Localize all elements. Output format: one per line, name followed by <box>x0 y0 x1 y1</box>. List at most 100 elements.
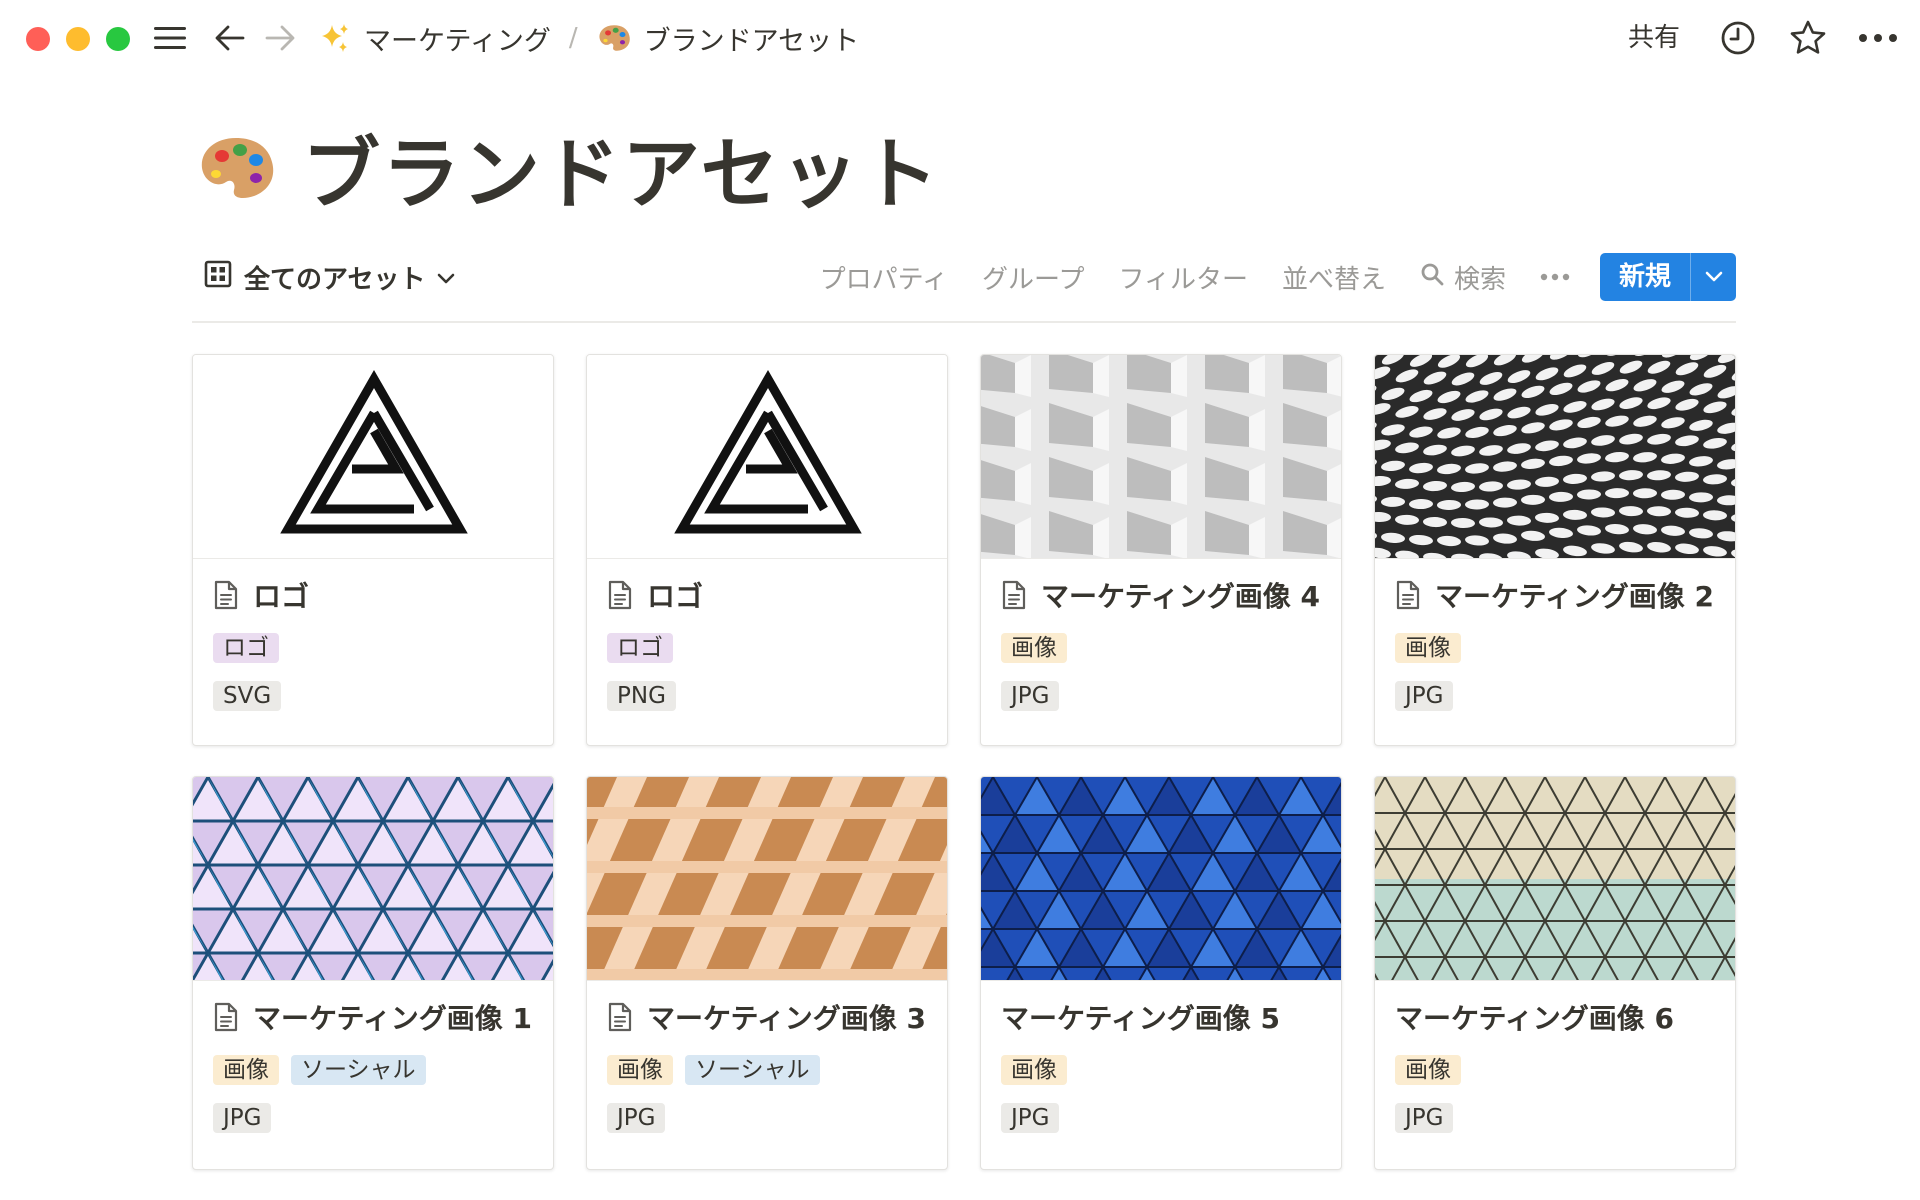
breadcrumb: マーケティング / ブランドアセット <box>316 18 859 58</box>
palette-icon[interactable] <box>196 128 276 208</box>
format-row: JPG <box>1001 681 1321 711</box>
card-title: マーケティング画像 6 <box>1395 1002 1674 1035</box>
card-title-row: マーケティング画像 1 <box>213 999 533 1035</box>
more-options-icon[interactable] <box>1856 18 1900 58</box>
gallery-view-icon <box>204 260 232 295</box>
cover-image <box>981 355 1341 559</box>
view-selector[interactable]: 全てのアセット <box>204 252 455 302</box>
gallery-card[interactable]: マーケティング画像 4 画像 JPG <box>980 354 1342 746</box>
format-row: SVG <box>213 681 533 711</box>
tag-image: 画像 <box>1395 633 1461 663</box>
view-more-icon[interactable] <box>1540 273 1570 281</box>
card-title: マーケティング画像 3 <box>647 1002 926 1035</box>
card-title: マーケティング画像 2 <box>1435 580 1714 613</box>
page-title[interactable]: ブランドアセット <box>302 112 940 224</box>
new-button[interactable]: 新規 <box>1600 253 1690 301</box>
share-button[interactable]: 共有 <box>1628 18 1680 58</box>
card-title-row: マーケティング画像 4 <box>1001 577 1321 613</box>
document-icon <box>607 580 633 610</box>
type-tags: 画像 <box>1395 633 1715 663</box>
tag-social: ソーシャル <box>685 1055 820 1085</box>
view-actions: プロパティ グループ フィルター 並べ替え 検索 新規 <box>820 252 1736 302</box>
zoom-window-button[interactable] <box>106 27 130 51</box>
breadcrumb-label: ブランドアセット <box>643 25 860 57</box>
filter-button[interactable]: フィルター <box>1118 259 1247 296</box>
title-bar: マーケティング / ブランドアセット 共有 <box>0 0 1920 76</box>
favorite-star-icon[interactable] <box>1788 18 1828 58</box>
cover-image <box>587 777 947 981</box>
card-body: ロゴ ロゴ SVG <box>193 559 553 711</box>
card-body: マーケティング画像 6 画像 JPG <box>1375 981 1735 1133</box>
properties-button[interactable]: プロパティ <box>820 259 948 296</box>
type-tags: 画像 <box>1395 1055 1715 1085</box>
document-icon <box>1001 580 1027 610</box>
forward-arrow-icon[interactable] <box>262 18 298 58</box>
view-name: 全てのアセット <box>244 264 426 295</box>
group-button[interactable]: グループ <box>982 259 1084 296</box>
sparkles-icon <box>316 20 352 56</box>
format-tag: JPG <box>213 1103 272 1133</box>
card-title: ロゴ <box>647 580 704 613</box>
type-tags: 画像 ソーシャル <box>213 1055 533 1085</box>
card-title: ロゴ <box>253 580 310 613</box>
type-tags: 画像 ソーシャル <box>607 1055 927 1085</box>
sort-button[interactable]: 並べ替え <box>1282 259 1386 296</box>
format-tag: PNG <box>607 681 676 711</box>
chevron-down-icon <box>437 262 455 292</box>
breadcrumb-item-brand-assets[interactable]: ブランドアセット <box>596 19 859 58</box>
gallery-card[interactable]: マーケティング画像 1 画像 ソーシャル JPG <box>192 776 554 1170</box>
gallery-grid: ロゴ ロゴ SVG ロゴ ロゴ PNG マーケティング画像 4 画像 JPG マーケティング画像… <box>192 354 1736 1170</box>
cover-image <box>1375 777 1735 981</box>
new-dropdown-chevron-icon[interactable] <box>1690 253 1736 301</box>
minimize-window-button[interactable] <box>66 27 90 51</box>
tag-image: 画像 <box>1001 633 1067 663</box>
gallery-card[interactable]: マーケティング画像 6 画像 JPG <box>1374 776 1736 1170</box>
gallery-card[interactable]: マーケティング画像 5 画像 JPG <box>980 776 1342 1170</box>
breadcrumb-label: マーケティング <box>364 25 551 57</box>
format-tag: JPG <box>1395 681 1454 711</box>
card-body: マーケティング画像 5 画像 JPG <box>981 981 1341 1133</box>
format-tag: JPG <box>1001 1103 1060 1133</box>
tag-social: ソーシャル <box>291 1055 426 1085</box>
card-body: マーケティング画像 2 画像 JPG <box>1375 559 1735 711</box>
card-title-row: ロゴ <box>607 577 927 613</box>
sidebar-menu-icon[interactable] <box>152 18 188 58</box>
type-tags: 画像 <box>1001 1055 1321 1085</box>
card-title-row: マーケティング画像 6 <box>1395 999 1715 1035</box>
back-arrow-icon[interactable] <box>212 18 248 58</box>
tag-logo: ロゴ <box>607 633 673 663</box>
logo-cover-image <box>587 355 947 559</box>
breadcrumb-item-marketing[interactable]: マーケティング <box>316 19 551 58</box>
gallery-card[interactable]: マーケティング画像 2 画像 JPG <box>1374 354 1736 746</box>
tag-image: 画像 <box>607 1055 673 1085</box>
card-body: マーケティング画像 3 画像 ソーシャル JPG <box>587 981 947 1133</box>
format-row: JPG <box>213 1103 533 1133</box>
gallery-card[interactable]: マーケティング画像 3 画像 ソーシャル JPG <box>586 776 948 1170</box>
close-window-button[interactable] <box>26 27 50 51</box>
page-header: ブランドアセット <box>196 118 940 220</box>
search-icon <box>1420 262 1444 293</box>
gallery-card[interactable]: ロゴ ロゴ SVG <box>192 354 554 746</box>
document-icon <box>1395 580 1421 610</box>
format-tag: SVG <box>213 681 282 711</box>
card-title-row: マーケティング画像 5 <box>1001 999 1321 1035</box>
format-tag: JPG <box>607 1103 666 1133</box>
type-tags: 画像 <box>1001 633 1321 663</box>
history-clock-icon[interactable] <box>1718 18 1758 58</box>
card-title: マーケティング画像 4 <box>1041 580 1320 613</box>
card-body: マーケティング画像 4 画像 JPG <box>981 559 1341 711</box>
gallery-card[interactable]: ロゴ ロゴ PNG <box>586 354 948 746</box>
card-title-row: ロゴ <box>213 577 533 613</box>
search-button[interactable]: 検索 <box>1420 259 1506 296</box>
palette-icon <box>596 20 632 56</box>
card-body: ロゴ ロゴ PNG <box>587 559 947 711</box>
tag-logo: ロゴ <box>213 633 279 663</box>
document-icon <box>607 1002 633 1032</box>
tag-image: 画像 <box>1395 1055 1461 1085</box>
tag-image: 画像 <box>1001 1055 1067 1085</box>
view-divider <box>192 321 1736 323</box>
format-row: PNG <box>607 681 927 711</box>
card-title: マーケティング画像 1 <box>253 1002 532 1035</box>
cover-image <box>981 777 1341 981</box>
breadcrumb-separator: / <box>568 23 578 53</box>
